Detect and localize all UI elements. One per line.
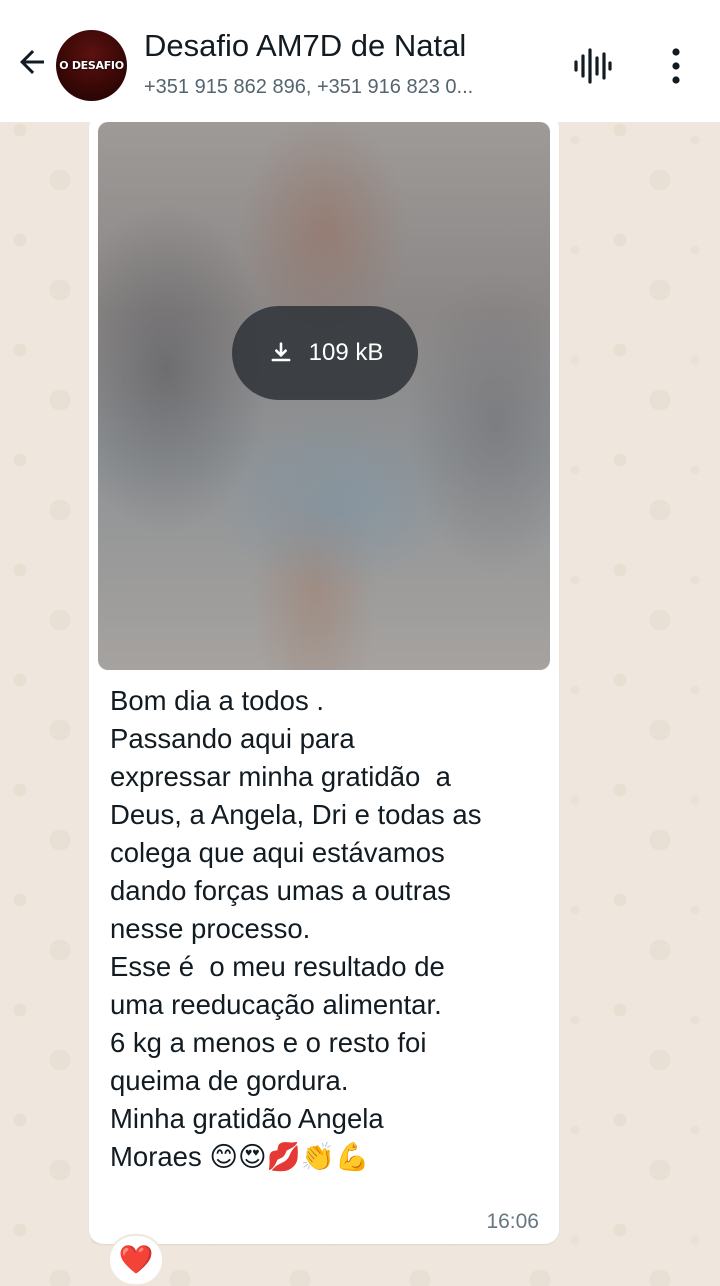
- message-line: Bom dia a todos .: [110, 685, 325, 716]
- message-line: dando forças umas a outras: [110, 875, 451, 906]
- message-line: queima de gordura.: [110, 1065, 349, 1096]
- arrow-left-icon: [20, 50, 44, 74]
- message-line: expressar minha gratidão a: [110, 761, 451, 792]
- more-options-button[interactable]: [660, 44, 692, 88]
- chat-header: O DESAFIO Desafio AM7D de Natal +351 915…: [0, 0, 720, 122]
- message-text: Bom dia a todos . Passando aqui para exp…: [110, 682, 550, 1176]
- message-line: uma reeducação alimentar.: [110, 989, 442, 1020]
- heart-reaction-icon: ❤️: [118, 1244, 154, 1275]
- avatar-label: O DESAFIO: [59, 59, 124, 72]
- message-bubble[interactable]: 109 kB Bom dia a todos . Passando aqui p…: [89, 114, 559, 1244]
- message-line: colega que aqui estávamos: [110, 837, 445, 868]
- message-line: Deus, a Angela, Dri e todas as: [110, 799, 482, 830]
- reaction-badge[interactable]: ❤️: [108, 1234, 164, 1286]
- voice-call-button[interactable]: [570, 44, 614, 88]
- message-line: Passando aqui para: [110, 723, 355, 754]
- download-icon: [271, 342, 291, 362]
- more-vertical-icon: [672, 48, 680, 84]
- voice-call-waveform-icon: [574, 48, 612, 84]
- message-timestamp: 16:06: [486, 1210, 539, 1233]
- group-name[interactable]: Desafio AM7D de Natal: [144, 28, 466, 64]
- emoji-sequence: 😊😍💋👏💪: [209, 1141, 370, 1173]
- back-button[interactable]: [10, 40, 54, 84]
- message-line: 6 kg a menos e o resto foi: [110, 1027, 427, 1058]
- file-size-label: 109 kB: [308, 339, 384, 366]
- message-line: Moraes: [110, 1141, 202, 1172]
- blurred-image-preview[interactable]: 109 kB: [98, 122, 550, 670]
- message-line: Esse é o meu resultado de: [110, 951, 445, 982]
- group-avatar[interactable]: O DESAFIO: [56, 30, 127, 101]
- group-participants[interactable]: +351 915 862 896, +351 916 823 0...: [144, 76, 544, 99]
- download-button[interactable]: 109 kB: [232, 306, 418, 400]
- message-line: Minha gratidão Angela: [110, 1103, 384, 1134]
- message-line: nesse processo.: [110, 913, 311, 944]
